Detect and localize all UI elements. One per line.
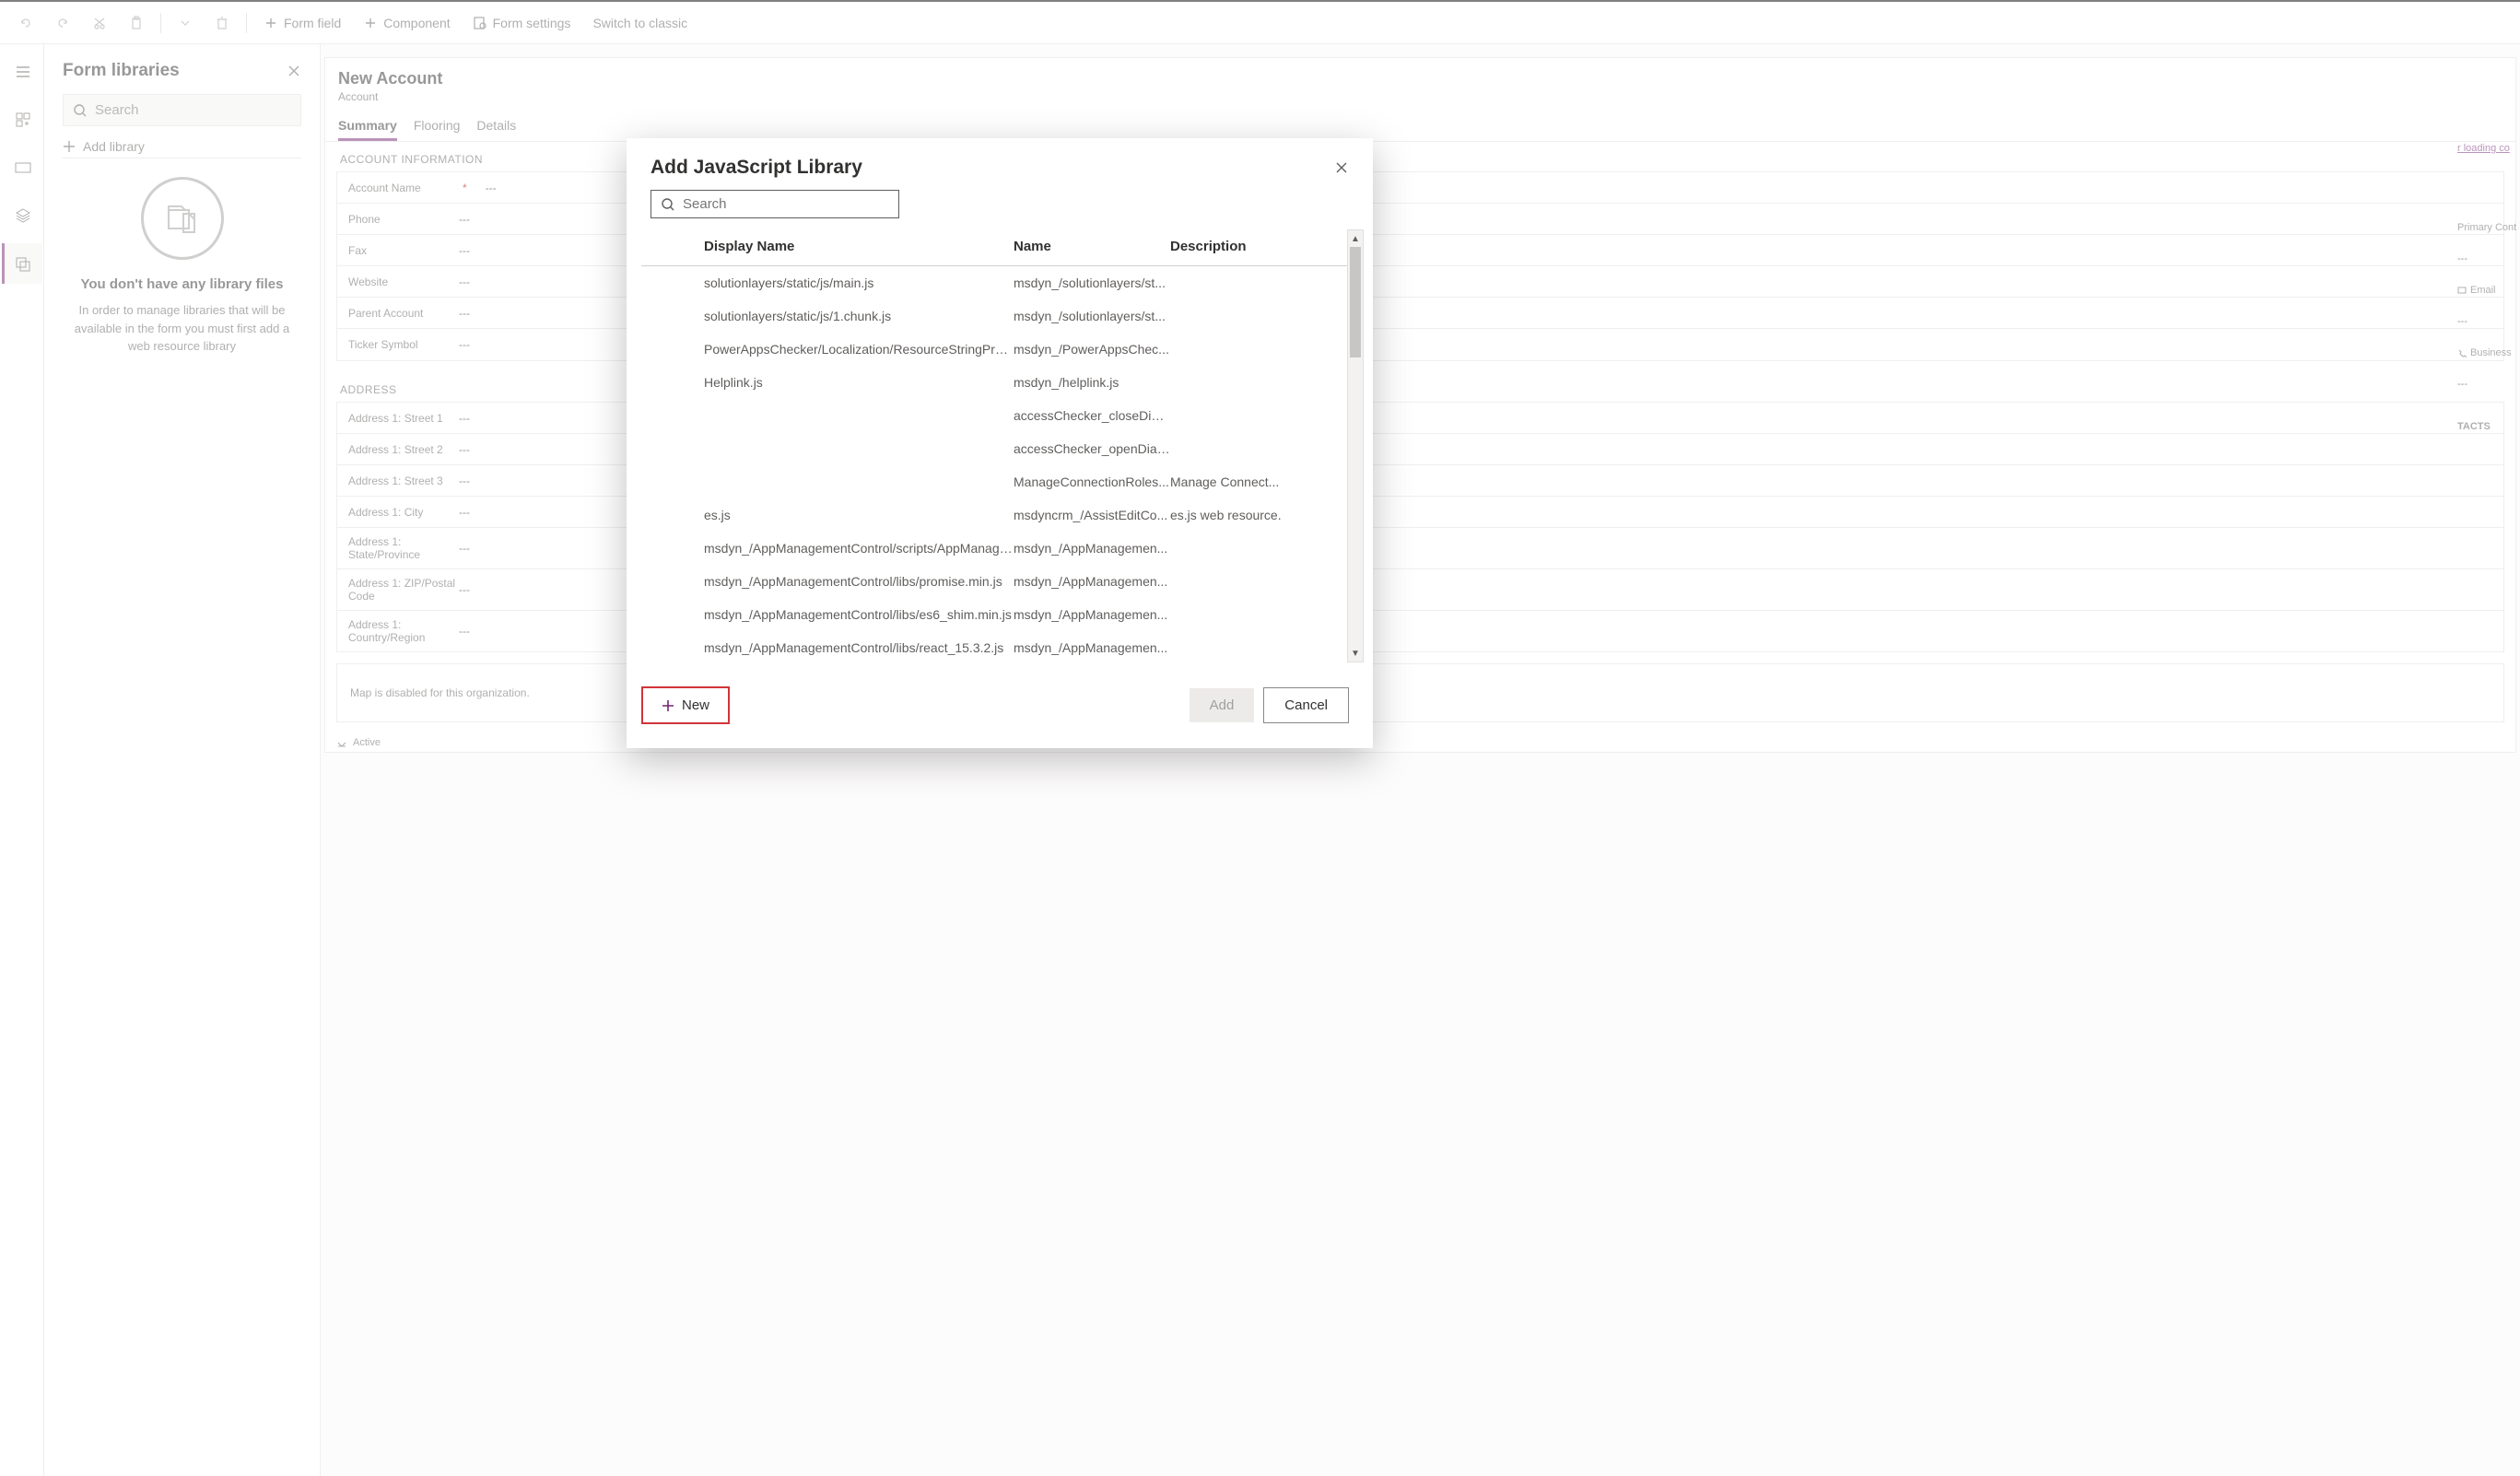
table-header: Display Name Name Description (641, 229, 1347, 266)
modal-search[interactable] (651, 190, 899, 218)
cell-name: msdyn_/AppManagemen... (1014, 541, 1170, 556)
plus-icon (662, 699, 674, 712)
col-description[interactable]: Description (1170, 239, 1338, 254)
cell-display-name: msdyn_/AppManagementControl/scripts/AppM… (700, 541, 1014, 556)
add-library-modal: Add JavaScript Library Display Name Name… (627, 138, 1373, 748)
table-row[interactable]: solutionlayers/static/js/main.jsmsdyn_/s… (641, 266, 1347, 299)
cell-display-name: PowerAppsChecker/Localization/ResourceSt… (700, 342, 1014, 357)
cell-name: msdyn_/solutionlayers/st... (1014, 309, 1170, 323)
cell-name: accessChecker_closeDial... (1014, 408, 1170, 423)
cell-name: msdyn_/AppManagemen... (1014, 640, 1170, 655)
scroll-down-button[interactable]: ▼ (1348, 645, 1363, 662)
library-table: Display Name Name Description solutionla… (641, 229, 1347, 662)
table-row[interactable]: accessChecker_closeDial... (641, 399, 1347, 432)
scroll-thumb[interactable] (1350, 247, 1361, 357)
scrollbar[interactable]: ▲ ▼ (1347, 229, 1364, 662)
cell-name: msdyn_/solutionlayers/st... (1014, 275, 1170, 290)
new-label: New (682, 697, 709, 713)
modal-close-button[interactable] (1334, 160, 1349, 175)
table-row[interactable]: msdyn_/AppManagementControl/scripts/AppM… (641, 532, 1347, 565)
col-display-name[interactable]: Display Name (700, 239, 1014, 254)
cell-description: es.js web resource. (1170, 508, 1338, 522)
table-row[interactable]: es.jsmsdyncrm_/AssistEditCo...es.js web … (641, 498, 1347, 532)
cell-name: ManageConnectionRoles... (1014, 474, 1170, 489)
cell-display-name: solutionlayers/static/js/main.js (700, 275, 1014, 290)
cell-display-name: solutionlayers/static/js/1.chunk.js (700, 309, 1014, 323)
cell-display-name: es.js (700, 508, 1014, 522)
table-row[interactable]: msdyn_/AppManagementControl/libs/promise… (641, 565, 1347, 598)
add-button[interactable]: Add (1190, 688, 1255, 722)
table-row[interactable]: msdyn_/AppManagementControl/libs/react_1… (641, 631, 1347, 662)
cell-name: msdyn_/PowerAppsChec... (1014, 342, 1170, 357)
cancel-button[interactable]: Cancel (1263, 687, 1349, 723)
table-row[interactable]: solutionlayers/static/js/1.chunk.jsmsdyn… (641, 299, 1347, 333)
search-icon (661, 197, 675, 212)
table-row[interactable]: Helplink.jsmsdyn_/helplink.js (641, 366, 1347, 399)
modal-title: Add JavaScript Library (651, 157, 862, 179)
cell-display-name: msdyn_/AppManagementControl/libs/es6_shi… (700, 607, 1014, 622)
cell-name: msdyn_/AppManagemen... (1014, 574, 1170, 589)
cell-name: accessChecker_openDial... (1014, 441, 1170, 456)
table-row[interactable]: accessChecker_openDial... (641, 432, 1347, 465)
table-row[interactable]: ManageConnectionRoles...Manage Connect..… (641, 465, 1347, 498)
cell-name: msdyn_/AppManagemen... (1014, 607, 1170, 622)
scroll-up-button[interactable]: ▲ (1348, 230, 1363, 247)
cell-description: Manage Connect... (1170, 474, 1338, 489)
new-library-button[interactable]: New (641, 686, 730, 724)
col-name[interactable]: Name (1014, 239, 1170, 254)
modal-search-input[interactable] (683, 196, 889, 212)
cell-display-name: msdyn_/AppManagementControl/libs/react_1… (700, 640, 1014, 655)
cell-display-name: Helplink.js (700, 375, 1014, 390)
table-row[interactable]: msdyn_/AppManagementControl/libs/es6_shi… (641, 598, 1347, 631)
cell-display-name: msdyn_/AppManagementControl/libs/promise… (700, 574, 1014, 589)
table-row[interactable]: PowerAppsChecker/Localization/ResourceSt… (641, 333, 1347, 366)
cell-name: msdyncrm_/AssistEditCo... (1014, 508, 1170, 522)
cell-name: msdyn_/helplink.js (1014, 375, 1170, 390)
